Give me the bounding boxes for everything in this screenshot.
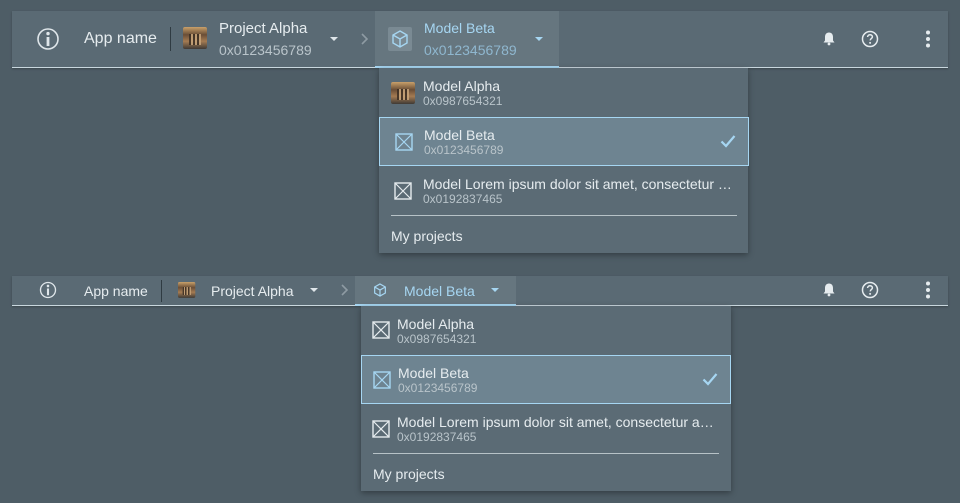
menu-item-label: Model Beta: [398, 365, 469, 381]
project-thumbnail: [183, 27, 207, 49]
menu-divider: [373, 453, 719, 454]
chevron-down-icon[interactable]: [535, 37, 543, 41]
image-placeholder-icon: [395, 133, 413, 151]
check-icon: [702, 372, 718, 386]
divider: [170, 27, 171, 51]
more-vertical-icon[interactable]: [925, 30, 931, 48]
my-projects-link[interactable]: My projects: [391, 228, 463, 244]
chevron-down-icon[interactable]: [310, 288, 318, 292]
model-id: 0x0123456789: [424, 42, 517, 58]
info-badge-icon[interactable]: [36, 27, 60, 51]
my-projects-link[interactable]: My projects: [373, 466, 445, 482]
menu-item-id: 0x0987654321: [397, 332, 477, 346]
chevron-right-icon: [360, 33, 370, 45]
menu-item-label[interactable]: Model Alpha: [423, 78, 500, 94]
image-placeholder-icon: [372, 321, 390, 339]
menu-item-label: Model Beta: [424, 127, 495, 143]
model-thumbnail: [391, 82, 415, 104]
chevron-down-icon[interactable]: [491, 288, 499, 292]
app-name[interactable]: App name: [84, 30, 157, 48]
chevron-right-icon: [340, 284, 350, 296]
menu-item-id: 0x0987654321: [423, 94, 503, 108]
menu-divider: [391, 215, 737, 216]
project-id: 0x0123456789: [219, 42, 312, 58]
more-vertical-icon[interactable]: [925, 281, 931, 299]
help-circle-icon[interactable]: [861, 30, 879, 48]
divider: [161, 280, 162, 302]
check-icon: [720, 134, 736, 148]
menu-item-id: 0x0123456789: [424, 143, 504, 157]
bell-icon[interactable]: [822, 31, 836, 46]
menu-item-label[interactable]: Model Lorem ipsum dolor sit amet, consec…: [397, 414, 715, 430]
menu-item-id: 0x0123456789: [398, 381, 478, 395]
image-placeholder-icon: [372, 420, 390, 438]
cube-icon: [372, 282, 388, 298]
project-name[interactable]: Project Alpha: [219, 20, 307, 37]
info-badge-icon[interactable]: [39, 281, 57, 299]
menu-item-label[interactable]: Model Lorem ipsum dolor sit amet, consec…: [423, 176, 736, 192]
image-placeholder-icon: [373, 371, 391, 389]
cube-icon: [388, 27, 412, 51]
menu-item-id: 0x0192837465: [423, 192, 503, 206]
model-name: Model Beta: [424, 20, 495, 36]
help-circle-icon[interactable]: [861, 281, 879, 299]
bell-icon[interactable]: [822, 282, 836, 297]
chevron-down-icon[interactable]: [330, 37, 338, 41]
project-name[interactable]: Project Alpha: [211, 283, 294, 299]
model-name: Model Beta: [404, 283, 475, 299]
project-thumbnail: [178, 282, 196, 298]
menu-item-label[interactable]: Model Alpha: [397, 316, 474, 332]
menu-item-id: 0x0192837465: [397, 430, 477, 444]
image-placeholder-icon: [394, 182, 412, 200]
app-name[interactable]: App name: [84, 283, 148, 299]
